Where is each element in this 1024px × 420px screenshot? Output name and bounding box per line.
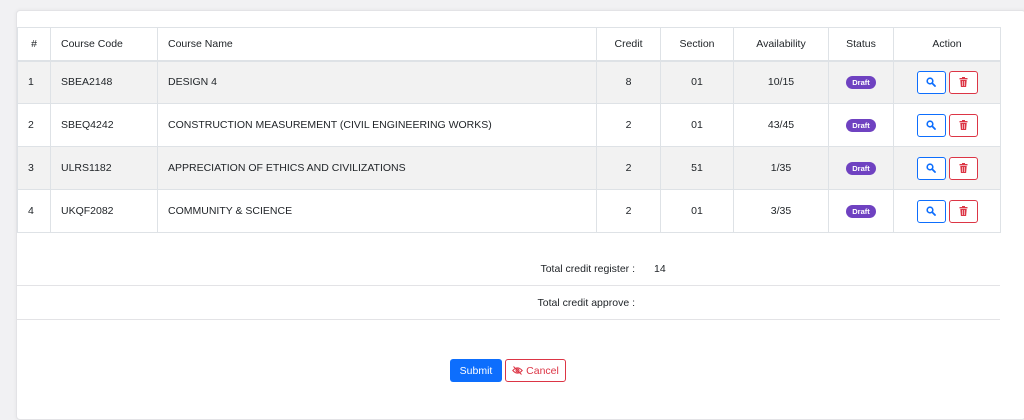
view-button[interactable] [916, 199, 946, 223]
cancel-button[interactable]: Cancel [505, 359, 566, 382]
course-name: APPRECIATION OF ETHICS AND CIVILIZATIONS [157, 146, 597, 190]
header-action: Action [893, 27, 1001, 62]
row-index: 1 [17, 60, 51, 104]
course-availability: 10/15 [733, 60, 829, 104]
course-code: SBEA2148 [50, 60, 158, 104]
delete-button[interactable] [948, 156, 978, 180]
course-table: # Course Code Course Name Credit Section… [17, 27, 1001, 233]
course-section: 01 [660, 103, 734, 147]
header-course-name: Course Name [157, 27, 597, 62]
status-cell: Draft [828, 146, 894, 190]
delete-button[interactable] [948, 70, 978, 94]
submit-button[interactable]: Submit [450, 359, 502, 382]
header-index: # [17, 27, 51, 62]
view-button[interactable] [916, 70, 946, 94]
action-cell [893, 146, 1001, 190]
course-availability: 3/35 [733, 189, 829, 233]
credit-register-value: 14 [654, 263, 666, 275]
credit-register-row: Total credit register : 14 [17, 253, 1000, 286]
delete-button[interactable] [948, 199, 978, 223]
course-availability: 1/35 [733, 146, 829, 190]
header-section: Section [660, 27, 734, 62]
header-availability: Availability [733, 27, 829, 62]
trash-icon [959, 163, 967, 173]
credit-approve-label: Total credit approve : [537, 297, 635, 309]
table-row: 3 ULRS1182 APPRECIATION OF ETHICS AND CI… [17, 146, 1001, 190]
row-index: 3 [17, 146, 51, 190]
trash-icon [959, 206, 967, 216]
course-section: 51 [660, 146, 734, 190]
eye-slash-icon [512, 366, 524, 375]
course-section: 01 [660, 189, 734, 233]
status-badge: Draft [846, 75, 876, 89]
search-icon [926, 206, 936, 216]
table-row: 4 UKQF2082 COMMUNITY & SCIENCE 2 01 3/35… [17, 189, 1001, 233]
course-availability: 43/45 [733, 103, 829, 147]
header-credit: Credit [596, 27, 661, 62]
action-cell [893, 60, 1001, 104]
trash-icon [959, 120, 967, 130]
course-name: DESIGN 4 [157, 60, 597, 104]
credit-register-label: Total credit register : [540, 263, 635, 275]
course-credit: 8 [596, 60, 661, 104]
action-cell [893, 189, 1001, 233]
row-index: 4 [17, 189, 51, 233]
course-code: ULRS1182 [50, 146, 158, 190]
status-cell: Draft [828, 60, 894, 104]
search-icon [926, 77, 936, 88]
search-icon [926, 120, 936, 130]
course-code: SBEQ4242 [50, 103, 158, 147]
status-badge: Draft [846, 204, 876, 218]
trash-icon [959, 77, 967, 88]
course-code: UKQF2082 [50, 189, 158, 233]
course-credit: 2 [596, 103, 661, 147]
course-name: COMMUNITY & SCIENCE [157, 189, 597, 233]
view-button[interactable] [916, 113, 946, 137]
credit-approve-row: Total credit approve : [17, 287, 1000, 320]
search-icon [926, 163, 936, 173]
course-credit: 2 [596, 189, 661, 233]
action-cell [893, 103, 1001, 147]
status-badge: Draft [846, 161, 876, 175]
cancel-label: Cancel [526, 364, 559, 377]
status-cell: Draft [828, 103, 894, 147]
header-status: Status [828, 27, 894, 62]
table-row: 2 SBEQ4242 CONSTRUCTION MEASUREMENT (CIV… [17, 103, 1001, 147]
row-index: 2 [17, 103, 51, 147]
header-course-code: Course Code [50, 27, 158, 62]
course-credit: 2 [596, 146, 661, 190]
course-section: 01 [660, 60, 734, 104]
view-button[interactable] [916, 156, 946, 180]
status-badge: Draft [846, 118, 876, 132]
status-cell: Draft [828, 189, 894, 233]
delete-button[interactable] [948, 113, 978, 137]
course-name: CONSTRUCTION MEASUREMENT (CIVIL ENGINEER… [157, 103, 597, 147]
table-header-row: # Course Code Course Name Credit Section… [17, 27, 1001, 62]
table-row: 1 SBEA2148 DESIGN 4 8 01 10/15 Draft [17, 60, 1001, 104]
